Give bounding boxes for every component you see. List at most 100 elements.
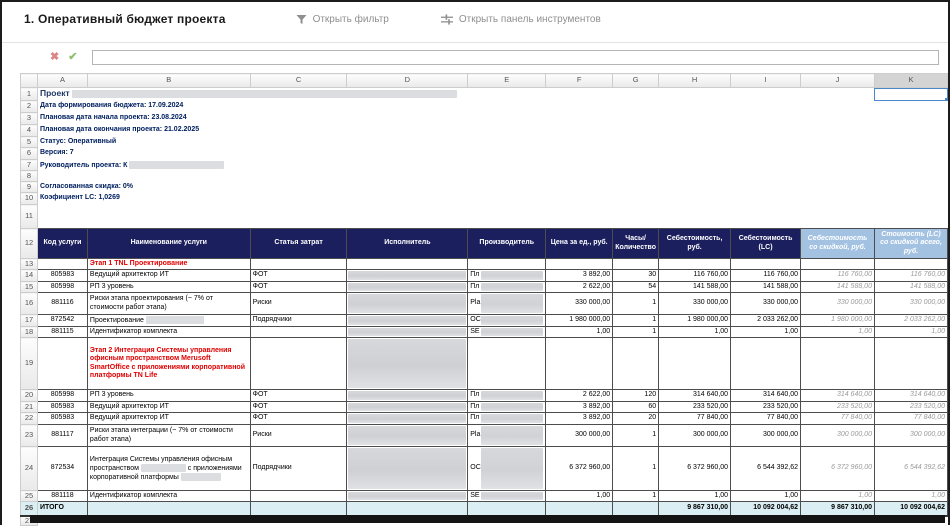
cell-G21[interactable]: 60 — [613, 402, 659, 413]
cell-F24[interactable]: 6 372 960,00 — [546, 447, 613, 491]
row-header-15[interactable]: 15 — [21, 282, 38, 293]
col-header-I[interactable]: I — [731, 74, 801, 88]
cell-I17[interactable]: 2 033 262,00 — [731, 315, 801, 327]
cell-A2[interactable]: Дата формирования бюджета: 17.09.2024 — [37, 101, 947, 113]
row-header-5[interactable]: 5 — [21, 137, 38, 148]
cell-K16[interactable]: 330 000,00 — [874, 293, 947, 315]
cell-A20[interactable]: 805998 — [37, 390, 87, 402]
cell-A16[interactable]: 881116 — [37, 293, 87, 315]
formula-input[interactable] — [92, 50, 939, 65]
row-header-1[interactable]: 1 — [21, 88, 38, 101]
col-header-A[interactable]: A — [37, 74, 87, 88]
cell-G23[interactable]: 1 — [613, 425, 659, 447]
col-header-C[interactable]: C — [250, 74, 347, 88]
cell-C21[interactable]: ФОТ — [250, 402, 347, 413]
cell-E24[interactable]: ОС — [468, 447, 546, 491]
cell-A5[interactable]: Статус: Оперативный — [37, 137, 947, 148]
cell-F14[interactable]: 3 892,00 — [546, 270, 613, 282]
row-header-13[interactable]: 13 — [21, 259, 38, 270]
cell-B15[interactable]: РП 3 уровень — [87, 282, 250, 293]
cell-F13[interactable] — [546, 259, 613, 270]
col-header-K[interactable]: K — [874, 74, 947, 88]
cell-E23[interactable]: Pla — [468, 425, 546, 447]
row-header-10[interactable]: 10 — [21, 193, 38, 205]
cell-J18[interactable]: 1,00 — [801, 327, 875, 338]
col-header-G[interactable]: G — [613, 74, 659, 88]
col-header-F[interactable]: F — [546, 74, 613, 88]
cell-A1[interactable]: Проект — [37, 88, 874, 101]
cell-I22[interactable]: 77 840,00 — [731, 413, 801, 425]
cell-D16[interactable] — [347, 293, 468, 315]
cell-D17[interactable] — [347, 315, 468, 327]
row-header-21[interactable]: 21 — [21, 402, 38, 413]
row-header-23[interactable]: 23 — [21, 425, 38, 447]
cell-C24[interactable]: Подрядчики — [250, 447, 347, 491]
cell-D14[interactable] — [347, 270, 468, 282]
cell-H19[interactable] — [659, 338, 731, 390]
cell-G26[interactable] — [613, 502, 659, 516]
table-header-B[interactable]: Наименование услуги — [87, 229, 250, 259]
cell-G13[interactable] — [613, 259, 659, 270]
cell-C20[interactable]: ФОТ — [250, 390, 347, 402]
cancel-icon[interactable]: ✖ — [50, 52, 59, 63]
cell-B13[interactable]: Этап 1 TNL Проектирование — [87, 259, 250, 270]
cell-G20[interactable]: 120 — [613, 390, 659, 402]
row-header-22[interactable]: 22 — [21, 413, 38, 425]
cell-I15[interactable]: 141 588,00 — [731, 282, 801, 293]
cell-A9[interactable]: Согласованная скидка: 0% — [37, 182, 947, 193]
cell-B16[interactable]: Риски этапа проектирования (~ 7% от стои… — [87, 293, 250, 315]
cell-B23[interactable]: Риски этапа интеграции (~ 7% от стоимост… — [87, 425, 250, 447]
cell-A6[interactable]: Версия: 7 — [37, 148, 947, 160]
cell-B22[interactable]: Ведущий архитектор ИТ — [87, 413, 250, 425]
cell-E14[interactable]: Пл — [468, 270, 546, 282]
cell-A13[interactable] — [37, 259, 87, 270]
cell-K18[interactable]: 1,00 — [874, 327, 947, 338]
cell-I16[interactable]: 330 000,00 — [731, 293, 801, 315]
cell-J19[interactable] — [801, 338, 875, 390]
cell-D19[interactable] — [347, 338, 468, 390]
cell-H23[interactable]: 300 000,00 — [659, 425, 731, 447]
confirm-icon[interactable]: ✔ — [68, 52, 77, 63]
cell-K13[interactable] — [874, 259, 947, 270]
cell-G16[interactable]: 1 — [613, 293, 659, 315]
cell-A21[interactable]: 805983 — [37, 402, 87, 413]
cell-B18[interactable]: Идентификатор комплекта — [87, 327, 250, 338]
col-header-J[interactable]: J — [801, 74, 875, 88]
select-all-corner[interactable] — [21, 74, 38, 88]
col-header-D[interactable]: D — [347, 74, 468, 88]
cell-J21[interactable]: 233 520,00 — [801, 402, 875, 413]
cell-E17[interactable]: ОС — [468, 315, 546, 327]
row-header-2[interactable]: 2 — [21, 101, 38, 113]
cell-D20[interactable] — [347, 390, 468, 402]
row-header-7[interactable]: 7 — [21, 160, 38, 171]
cell-B25[interactable]: Идентификатор комплекта — [87, 491, 250, 502]
cell-B19[interactable]: Этап 2 Интеграция Системы управления офи… — [87, 338, 250, 390]
col-header-E[interactable]: E — [468, 74, 546, 88]
row-header-8[interactable]: 8 — [21, 171, 38, 182]
cell-I19[interactable] — [731, 338, 801, 390]
cell-J14[interactable]: 116 760,00 — [801, 270, 875, 282]
cell-G24[interactable]: 1 — [613, 447, 659, 491]
cell-A17[interactable]: 872542 — [37, 315, 87, 327]
open-tools-button[interactable]: Открыть панель инструментов — [441, 14, 601, 25]
cell-A24[interactable]: 872534 — [37, 447, 87, 491]
row-header-12[interactable]: 12 — [21, 229, 38, 259]
cell-A23[interactable]: 881117 — [37, 425, 87, 447]
cell-C18[interactable] — [250, 327, 347, 338]
row-header-16[interactable]: 16 — [21, 293, 38, 315]
total-label-cell[interactable]: ИТОГО — [37, 502, 87, 516]
cell-A15[interactable]: 805998 — [37, 282, 87, 293]
cell-K21[interactable]: 233 520,00 — [874, 402, 947, 413]
cell-A4[interactable]: Плановая дата окончания проекта: 21.02.2… — [37, 125, 947, 137]
cell-K23[interactable]: 300 000,00 — [874, 425, 947, 447]
cell-H20[interactable]: 314 640,00 — [659, 390, 731, 402]
cell-D22[interactable] — [347, 413, 468, 425]
cell-E26[interactable] — [468, 502, 546, 516]
table-header-H[interactable]: Себестоимость, руб. — [659, 229, 731, 259]
row-header-18[interactable]: 18 — [21, 327, 38, 338]
cell-H18[interactable]: 1,00 — [659, 327, 731, 338]
cell-C19[interactable] — [250, 338, 347, 390]
cell-H16[interactable]: 330 000,00 — [659, 293, 731, 315]
cell-G19[interactable] — [613, 338, 659, 390]
table-header-G[interactable]: Часы/Количество — [613, 229, 659, 259]
